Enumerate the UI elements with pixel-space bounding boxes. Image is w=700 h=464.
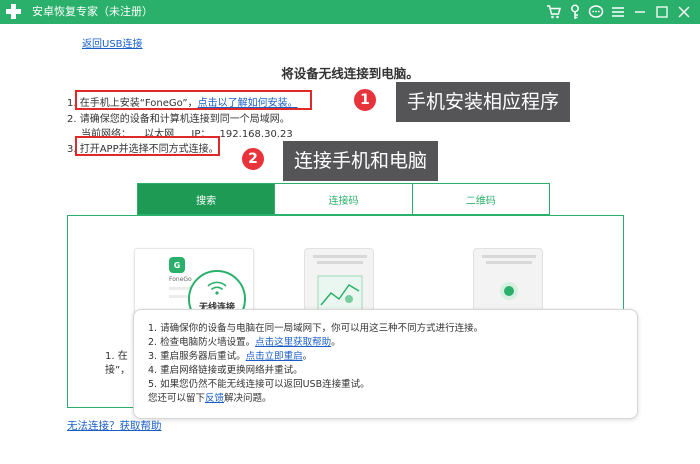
callout-2-badge: 2 (240, 146, 266, 172)
cart-button[interactable] (544, 2, 564, 22)
help-item-3-end: 。 (302, 351, 313, 362)
maximize-icon (656, 6, 668, 18)
help-item-2-text: 2. 检查电脑防火墙设置。 (148, 337, 256, 348)
feedback-link[interactable]: 反馈 (205, 393, 224, 404)
obscured-instruction: 1. 在 接”， (105, 350, 130, 378)
obscured-line-1: 1. 在 (105, 351, 128, 362)
help-item-3: 3. 重启服务器后重试。点击立即重启。 (148, 350, 312, 363)
back-to-usb-link[interactable]: 返回USB连接 (82, 39, 143, 51)
callout-1-label: 手机安装相应程序 (396, 82, 571, 122)
minimize-icon (635, 11, 645, 13)
help-item-6-end: 解决问题。 (224, 393, 272, 404)
connection-tabs: 搜索 连接码 二维码 (137, 183, 550, 215)
chart-illustration-icon (317, 275, 363, 311)
cart-icon (547, 5, 561, 19)
ip-value: 192.168.30.23 (219, 129, 293, 140)
callout-2-label: 连接手机和电脑 (283, 141, 439, 181)
placeholder-line (482, 255, 536, 258)
menu-icon (612, 7, 624, 17)
cannot-connect-help-link[interactable]: 无法连接？获取帮助 (67, 419, 162, 433)
tab-qr-code[interactable]: 二维码 (413, 184, 549, 214)
help-item-6-text: 您还可以留下 (148, 393, 206, 404)
close-button[interactable] (674, 2, 694, 22)
help-item-3-text: 3. 重启服务器后重试。 (148, 351, 246, 362)
help-item-2-end: 。 (331, 337, 341, 348)
key-icon (571, 4, 579, 19)
title-bar: 安卓恢复专家（未注册） (0, 0, 700, 24)
app-plus-icon (6, 4, 21, 19)
callout-1-badge: 1 (352, 87, 378, 113)
step-2: 2. 请确保您的设备和计算机连接到同一个局域网。 (67, 114, 290, 125)
obscured-line-2: 接”， (105, 365, 131, 376)
help-item-5: 5. 如果您仍然不能无线连接可以返回USB连接重试。 (148, 379, 370, 390)
connection-help-popup: 1. 请确保你的设备与电脑在同一局域网下，你可以用这三种不同方式进行连接。 2.… (133, 309, 638, 419)
placeholder-line (486, 261, 532, 264)
feedback-button[interactable] (586, 2, 606, 22)
scan-target-icon (500, 282, 518, 300)
window-title: 安卓恢复专家（未注册） (32, 5, 153, 18)
maximize-button[interactable] (652, 2, 672, 22)
tab-search[interactable]: 搜索 (138, 184, 276, 214)
wifi-icon (207, 281, 227, 295)
help-item-4: 4. 重启网络链接或更换网络并重试。 (148, 365, 303, 376)
register-key-button[interactable] (565, 2, 585, 22)
fonego-logo-icon: G (169, 257, 185, 273)
placeholder-line (313, 255, 367, 258)
restart-now-link[interactable]: 点击立即重启 (246, 351, 303, 362)
help-item-6: 您还可以留下反馈解决问题。 (148, 392, 272, 405)
step-1-highlight (75, 90, 312, 110)
tab-connection-code[interactable]: 连接码 (275, 184, 413, 214)
minimize-button[interactable] (630, 2, 650, 22)
step-3-highlight (75, 136, 220, 156)
firewall-help-link[interactable]: 点击这里获取帮助 (255, 337, 331, 348)
chat-icon (588, 5, 604, 18)
help-item-1: 1. 请确保你的设备与电脑在同一局域网下，你可以用这三种不同方式进行连接。 (148, 323, 484, 334)
close-icon (678, 6, 690, 18)
menu-button[interactable] (608, 2, 628, 22)
help-item-2: 2. 检查电脑防火墙设置。点击这里获取帮助。 (148, 336, 341, 349)
fonego-app-name: FoneGo (169, 276, 192, 283)
placeholder-line (317, 261, 363, 264)
page-title: 将设备无线连接到电脑。 (281, 66, 419, 81)
